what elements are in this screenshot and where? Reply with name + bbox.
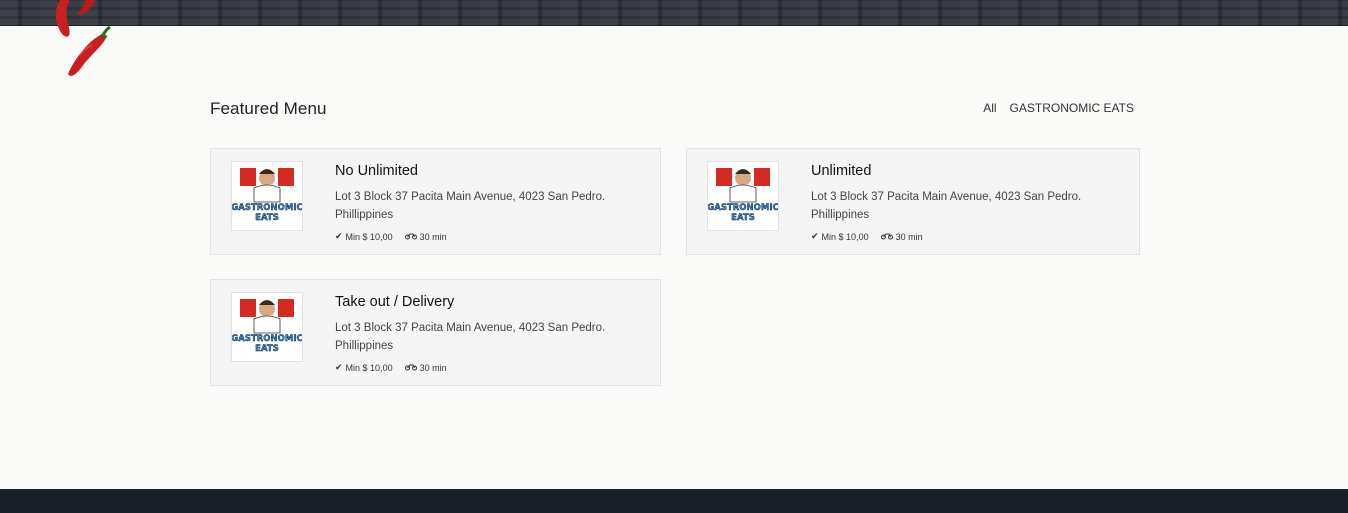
min-order: Min $ 10,00 xyxy=(345,231,393,242)
card-meta: ✔ Min $ 10,00 30 min xyxy=(811,231,923,242)
check-icon: ✔ xyxy=(335,362,343,372)
check-icon: ✔ xyxy=(811,231,819,241)
bike-icon xyxy=(404,363,417,373)
bike-icon xyxy=(880,232,893,242)
card-title[interactable]: Unlimited xyxy=(811,163,871,179)
restaurant-logo: GASTRONOMIC EATS xyxy=(231,292,303,362)
svg-text:GASTRONOMIC: GASTRONOMIC xyxy=(232,334,302,344)
card-address: Lot 3 Block 37 Pacita Main Avenue, 4023 … xyxy=(335,322,606,352)
svg-text:GASTRONOMIC: GASTRONOMIC xyxy=(232,203,302,213)
svg-text:GASTRONOMIC: GASTRONOMIC xyxy=(708,203,778,213)
card-meta: ✔ Min $ 10,00 30 min xyxy=(335,362,447,373)
menu-card-take-out-delivery[interactable]: GASTRONOMIC EATS Take out / Delivery Lot… xyxy=(210,279,661,386)
svg-text:EATS: EATS xyxy=(731,213,755,223)
restaurant-logo: GASTRONOMIC EATS xyxy=(231,161,303,231)
delivery-time: 30 min xyxy=(895,231,923,242)
delivery-time: 30 min xyxy=(419,231,447,242)
featured-menu-title: Featured Menu xyxy=(210,99,327,118)
bike-icon xyxy=(404,232,417,242)
check-icon: ✔ xyxy=(335,231,343,241)
header-banner xyxy=(0,0,1348,26)
min-order: Min $ 10,00 xyxy=(821,231,869,242)
menu-card-no-unlimited[interactable]: GASTRONOMIC EATS No Unlimited Lot 3 Bloc… xyxy=(210,148,661,255)
chili-pepper-icon xyxy=(55,0,111,76)
svg-text:EATS: EATS xyxy=(255,344,279,354)
card-address: Lot 3 Block 37 Pacita Main Avenue, 4023 … xyxy=(811,191,1082,221)
filter-all[interactable]: All xyxy=(983,101,996,115)
card-meta: ✔ Min $ 10,00 30 min xyxy=(335,231,447,242)
card-title[interactable]: No Unlimited xyxy=(335,163,418,179)
svg-text:EATS: EATS xyxy=(255,213,279,223)
filter-gastronomic-eats[interactable]: GASTRONOMIC EATS xyxy=(1010,101,1134,115)
footer xyxy=(0,489,1348,513)
card-title[interactable]: Take out / Delivery xyxy=(335,294,454,310)
min-order: Min $ 10,00 xyxy=(345,362,393,373)
menu-card-unlimited[interactable]: GASTRONOMIC EATS Unlimited Lot 3 Block 3… xyxy=(686,148,1140,255)
menu-filters: All GASTRONOMIC EATS xyxy=(983,101,1134,115)
restaurant-logo: GASTRONOMIC EATS xyxy=(707,161,779,231)
card-address: Lot 3 Block 37 Pacita Main Avenue, 4023 … xyxy=(335,191,606,221)
delivery-time: 30 min xyxy=(419,362,447,373)
